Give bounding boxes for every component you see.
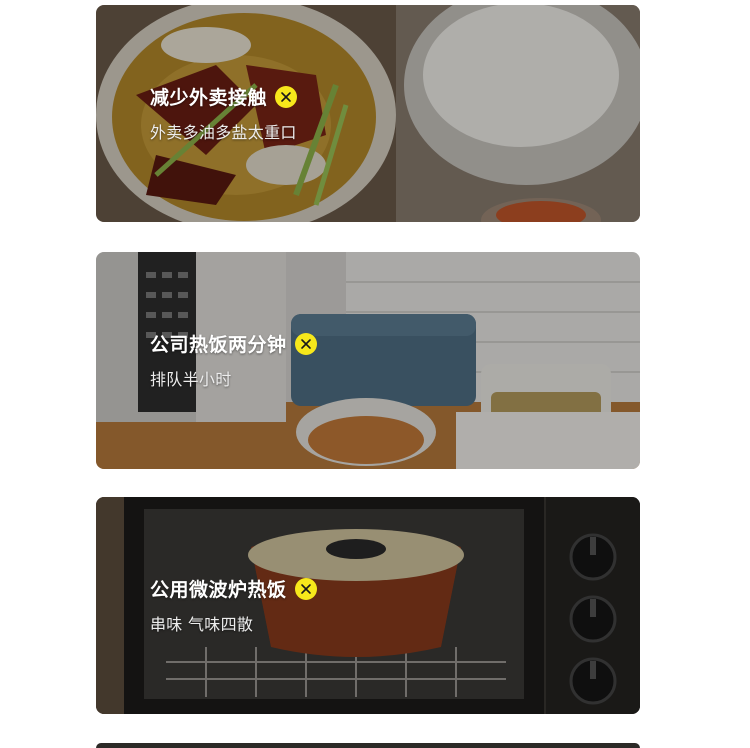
- next-card-edge: [96, 743, 640, 748]
- title-row: 公用微波炉热饭: [150, 575, 317, 602]
- card-subtitle: 外卖多油多盐太重口: [150, 123, 297, 142]
- card-caption: 公用微波炉热饭 串味 气味四散: [150, 575, 317, 635]
- card-title: 减少外卖接触: [150, 87, 268, 109]
- close-icon: [294, 577, 317, 600]
- title-row: 减少外卖接触: [150, 83, 298, 110]
- title-row: 公司热饭两分钟: [150, 330, 317, 357]
- card-takeout: 减少外卖接触 外卖多油多盐太重口: [96, 5, 640, 222]
- card-subtitle: 串味 气味四散: [150, 615, 254, 634]
- card-subtitle: 排队半小时: [150, 370, 232, 389]
- card-title: 公用微波炉热饭: [150, 579, 287, 601]
- card-caption: 公司热饭两分钟 排队半小时: [150, 330, 317, 390]
- close-icon: [275, 85, 298, 108]
- card-caption: 减少外卖接触 外卖多油多盐太重口: [150, 83, 298, 143]
- close-icon: [294, 332, 317, 355]
- card-shared-microwave: 公用微波炉热饭 串味 气味四散: [96, 497, 640, 714]
- card-office-heating: 公司热饭两分钟 排队半小时: [96, 252, 640, 469]
- card-title: 公司热饭两分钟: [150, 334, 287, 356]
